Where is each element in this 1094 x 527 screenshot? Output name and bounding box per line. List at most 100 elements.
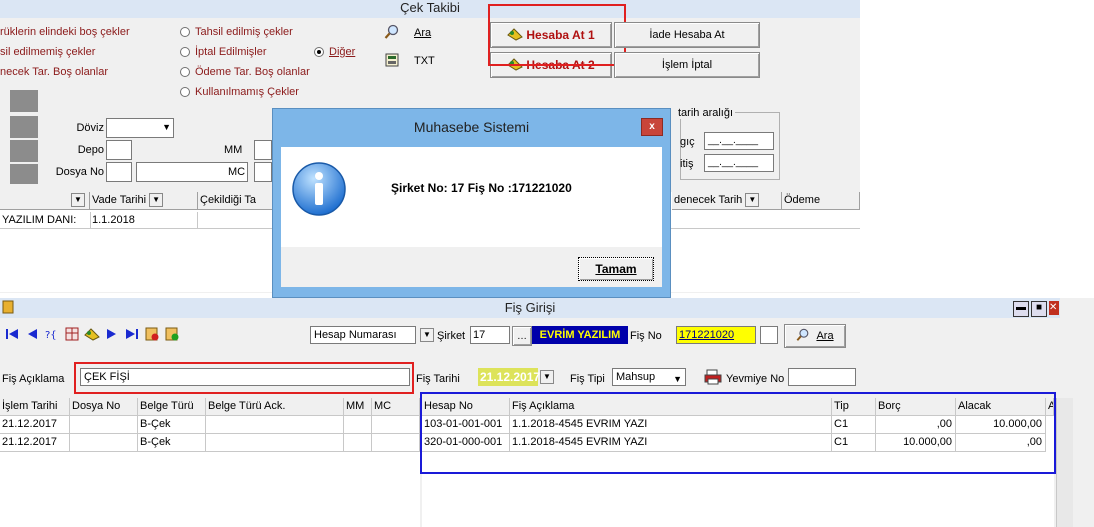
fis-tipi-label: Fiş Tipi bbox=[570, 373, 605, 385]
depo-label: Depo bbox=[77, 144, 104, 156]
ara-button-bottom[interactable]: Ara bbox=[784, 324, 846, 348]
grid-icon[interactable] bbox=[64, 326, 80, 342]
column-mm[interactable]: MM bbox=[344, 398, 372, 416]
iade-hesaba-at-label: İade Hesaba At bbox=[649, 29, 725, 41]
column-dosya-no[interactable]: Dosya No bbox=[70, 398, 138, 416]
minimize-icon[interactable]: ▬ bbox=[1013, 301, 1029, 317]
magnifier-icon bbox=[384, 24, 400, 43]
date-end-label: itiş bbox=[680, 158, 694, 170]
date-start-label: gıç bbox=[680, 136, 695, 148]
grid-header-blank[interactable]: ▼ bbox=[0, 192, 90, 210]
cell-belge-turu-ack bbox=[206, 434, 344, 452]
mc-label: MC bbox=[228, 166, 246, 178]
maximize-icon[interactable]: ■ bbox=[1031, 301, 1047, 317]
cek-row-name[interactable]: YAZILIM DANI: bbox=[0, 212, 91, 228]
depo-input[interactable] bbox=[106, 140, 132, 160]
dropdown-icon[interactable]: ▼ bbox=[149, 193, 164, 208]
table-row[interactable]: 21.12.2017 B-Çek bbox=[0, 416, 420, 434]
sirket-lookup-button[interactable]: … bbox=[512, 326, 532, 346]
calendar-dropdown-icon[interactable]: ▼ bbox=[540, 370, 554, 384]
cell-mc bbox=[372, 434, 420, 452]
cell-islem-tarihi: 21.12.2017 bbox=[0, 434, 70, 452]
chevron-down-icon[interactable]: ▼ bbox=[420, 328, 434, 342]
ara-button[interactable]: Ara bbox=[380, 22, 480, 44]
column-odenecek-tarih[interactable]: denecek Tarih ▼ bbox=[672, 192, 782, 210]
ara-label: Ara bbox=[816, 330, 834, 342]
dropdown-icon[interactable]: ▼ bbox=[71, 193, 85, 208]
table-row[interactable]: 21.12.2017 B-Çek bbox=[0, 434, 420, 452]
date-start-input[interactable]: __.__.____ bbox=[704, 132, 774, 150]
column-islem-tarihi[interactable]: İşlem Tarihi bbox=[0, 398, 70, 416]
column-label: Ödeme bbox=[784, 194, 821, 206]
filter-option-tahsil-edilmemis[interactable]: sil edilmemiş çekler bbox=[0, 46, 95, 58]
radio-tahsil-edilmis[interactable]: Tahsil edilmiş çekler bbox=[180, 26, 293, 38]
mc-input[interactable] bbox=[254, 162, 272, 182]
fis-tarihi-label: Fiş Tarihi bbox=[416, 373, 460, 385]
fis-tarihi-input[interactable]: 21.12.2017 bbox=[478, 368, 540, 386]
chevron-down-icon: ▼ bbox=[162, 122, 171, 132]
radio-kullanilmamis[interactable]: Kullanılmamış Çekler bbox=[180, 86, 299, 98]
dosya-no-label: Dosya No bbox=[55, 166, 104, 178]
mm-input[interactable] bbox=[254, 140, 272, 160]
highlight-journal-entries bbox=[420, 392, 1056, 474]
color-swatch bbox=[10, 140, 38, 162]
radio-selected-icon bbox=[314, 47, 324, 58]
column-belge-turu[interactable]: Belge Türü bbox=[138, 398, 206, 416]
print-icon[interactable] bbox=[704, 369, 722, 388]
iade-hesaba-at-button[interactable]: İade Hesaba At bbox=[614, 22, 760, 48]
previous-record-icon[interactable] bbox=[24, 326, 40, 342]
islem-iptal-button[interactable]: İşlem İptal bbox=[614, 52, 760, 78]
filter-option-odenecek-bos[interactable]: necek Tar. Boş olanlar bbox=[0, 66, 108, 78]
column-label: Çekildiği Ta bbox=[200, 194, 257, 206]
column-vade-tarihi[interactable]: Vade Tarihi ▼ bbox=[90, 192, 198, 210]
close-icon[interactable]: ✕ bbox=[1049, 301, 1059, 315]
cek-row-vade[interactable]: 1.1.2018 bbox=[90, 212, 198, 228]
export-icon bbox=[384, 52, 400, 71]
column-cekildigi-tarih[interactable]: Çekildiği Ta bbox=[198, 192, 274, 210]
radio-diger[interactable]: Diğer bbox=[314, 46, 355, 58]
column-mc[interactable]: MC bbox=[372, 398, 420, 416]
delete-icon[interactable] bbox=[144, 326, 160, 342]
muhasebe-dialog: Muhasebe Sistemi x Şirket No: 17 Fiş No … bbox=[272, 108, 671, 298]
column-odeme[interactable]: Ödeme bbox=[782, 192, 860, 210]
txt-button[interactable]: TXT bbox=[380, 50, 480, 72]
dropdown-icon[interactable]: ▼ bbox=[745, 193, 760, 208]
filter-option-elindeki[interactable]: rüklerin elindeki boş çekler bbox=[0, 26, 130, 38]
query-icon[interactable]: ?{ bbox=[44, 326, 60, 342]
vertical-scrollbar[interactable] bbox=[1056, 398, 1073, 527]
cell-dosya-no bbox=[70, 434, 138, 452]
color-swatch bbox=[10, 116, 38, 138]
radio-label: Tahsil edilmiş çekler bbox=[195, 26, 293, 38]
column-belge-turu-ack[interactable]: Belge Türü Ack. bbox=[206, 398, 344, 416]
cell-mm bbox=[344, 434, 372, 452]
fis-no-input[interactable]: 171221020 bbox=[676, 326, 756, 344]
transfer-icon[interactable] bbox=[84, 326, 100, 342]
dialog-close-button[interactable]: x bbox=[641, 118, 663, 136]
radio-icon bbox=[180, 47, 190, 58]
radio-odeme-tar-bos[interactable]: Ödeme Tar. Boş olanlar bbox=[180, 66, 310, 78]
cell-mc bbox=[372, 416, 420, 434]
dialog-footer: Tamam bbox=[281, 247, 662, 287]
doviz-select[interactable]: ▼ bbox=[106, 118, 174, 138]
radio-label: İptal Edilmişler bbox=[195, 46, 267, 58]
last-record-icon[interactable] bbox=[124, 326, 140, 342]
radio-icon bbox=[180, 27, 190, 38]
magnifier-icon bbox=[796, 328, 810, 345]
fis-girisi-title: Fiş Girişi bbox=[0, 298, 1060, 318]
fis-tipi-select[interactable]: Mahsup ▼ bbox=[612, 368, 686, 386]
account-select[interactable]: Hesap Numarası bbox=[310, 326, 416, 344]
tamam-button[interactable]: Tamam bbox=[578, 257, 654, 281]
radio-iptal-edilmis[interactable]: İptal Edilmişler bbox=[180, 46, 267, 58]
sirket-input[interactable]: 17 bbox=[470, 326, 510, 344]
dosya-no-input[interactable] bbox=[106, 162, 132, 182]
yevmiye-input[interactable] bbox=[788, 368, 856, 386]
add-icon[interactable] bbox=[164, 326, 180, 342]
first-record-icon[interactable] bbox=[4, 326, 20, 342]
islem-iptal-label: İşlem İptal bbox=[661, 59, 713, 71]
txt-label: TXT bbox=[414, 55, 435, 67]
date-end-input[interactable]: __.__.____ bbox=[704, 154, 774, 172]
fis-no-extra-input[interactable] bbox=[760, 326, 778, 344]
dialog-title: Muhasebe Sistemi bbox=[413, 119, 530, 135]
next-record-icon[interactable] bbox=[104, 326, 120, 342]
nav-toolbar: ?{ bbox=[4, 326, 180, 342]
